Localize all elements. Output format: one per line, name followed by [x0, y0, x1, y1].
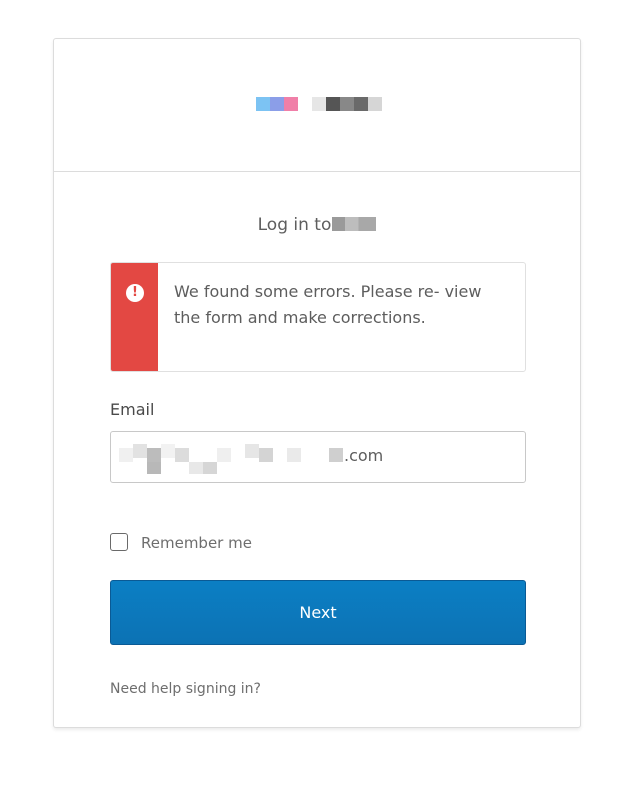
remember-me-checkbox[interactable]: [110, 533, 128, 551]
help-signing-in-link[interactable]: Need help signing in?: [110, 681, 261, 697]
error-alert-bar: !: [111, 263, 158, 371]
redacted-org-name: [332, 217, 377, 231]
exclamation-circle-icon: !: [126, 284, 144, 302]
email-domain-suffix: .com: [344, 446, 384, 465]
page-title-text: Log in to: [257, 215, 332, 235]
page-title: Log in to: [54, 215, 580, 235]
email-label: Email: [110, 400, 155, 419]
error-message: We found some errors. Please re- view th…: [174, 282, 482, 327]
next-button[interactable]: Next: [110, 580, 526, 645]
redacted-email-text: [119, 444, 343, 474]
error-alert: ! We found some errors. Please re- view …: [110, 262, 526, 372]
remember-me-label[interactable]: Remember me: [141, 534, 252, 552]
brand-logo: [256, 97, 384, 111]
email-field[interactable]: .com: [110, 431, 526, 483]
login-card: Log in to ! We found some errors. Please…: [53, 38, 581, 728]
card-header: [54, 39, 580, 172]
